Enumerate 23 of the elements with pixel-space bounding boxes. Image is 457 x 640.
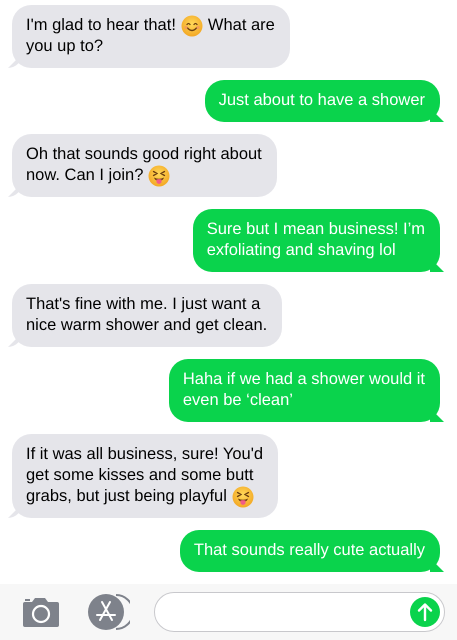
message-text: grabs, but just being playful [26,486,227,507]
message-text: That's fine with me. I just want a [26,294,260,315]
message-text: Just about to have a shower [218,90,425,111]
message-text: nice warm shower and get clean. [26,315,268,336]
camera-icon[interactable] [20,596,60,628]
message-text: Oh that sounds good right about [26,144,262,165]
message-text: get some kisses and some butt [26,465,254,486]
tongue-out-face-icon [232,486,254,508]
tongue-out-face-icon [148,164,170,186]
message-text: I'm glad to hear that! [26,15,176,36]
message-text: even be ‘clean’ [182,390,293,411]
app-store-icon[interactable] [86,592,130,632]
smiling-face-icon [180,14,203,36]
message-text: What are [208,15,275,36]
message-text: That sounds really cute actually [194,540,425,561]
message-text: exfoliating and shaving lol [206,240,396,261]
message-text: Sure but I mean business! I’m [206,219,425,240]
message-text: now. Can I join? [26,165,144,186]
message-text: Haha if we had a shower would it [182,369,425,390]
message-text: you up to? [26,36,104,57]
send-button[interactable] [410,597,440,627]
message-input-field[interactable] [154,592,445,632]
message-text: If it was all business, sure! You'd [26,444,264,465]
